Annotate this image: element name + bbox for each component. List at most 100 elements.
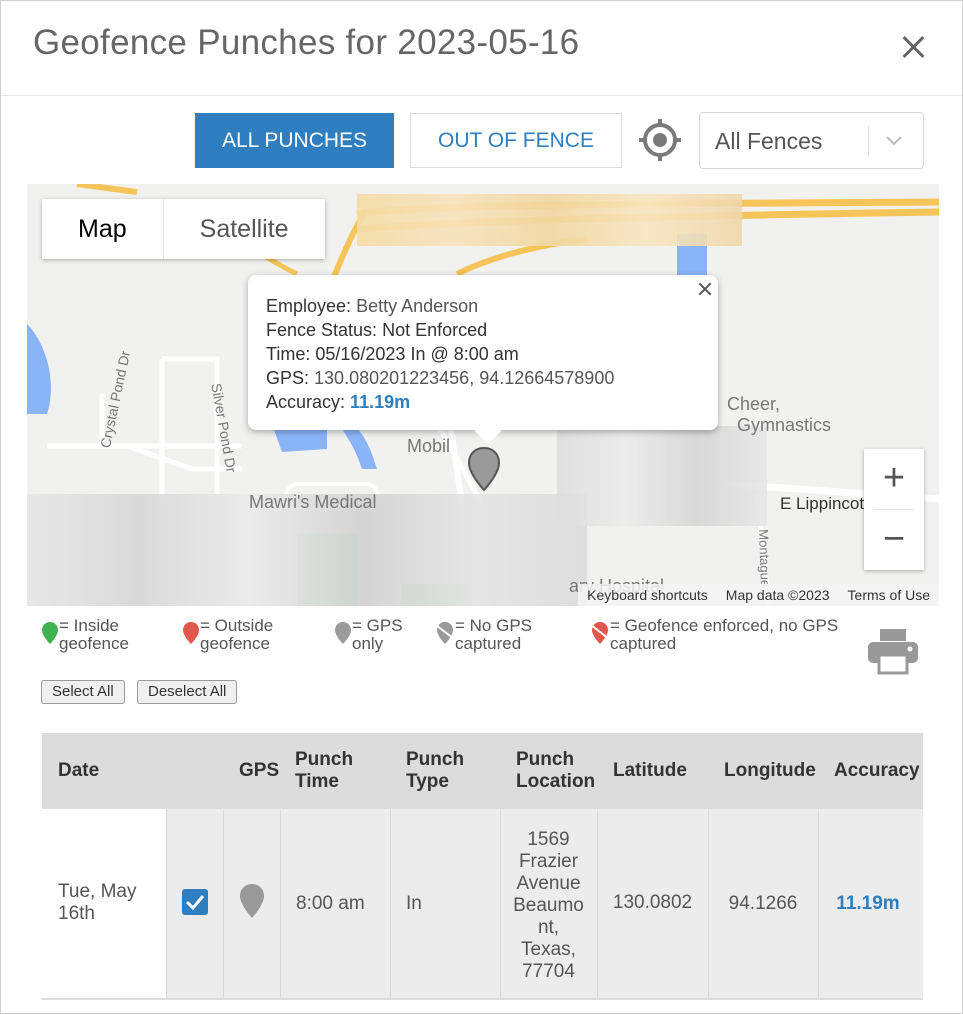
cell-gps xyxy=(223,809,281,998)
info-status-key: Fence Status: xyxy=(266,320,378,340)
print-icon[interactable] xyxy=(867,627,919,675)
legend-inside-line1: = Inside xyxy=(59,616,120,635)
header-punch-location-line1: Punch xyxy=(516,749,575,770)
legend-enforced: = Geofence enforced, no GPS captured xyxy=(590,617,838,653)
cell-punch-type: In xyxy=(390,809,501,998)
header-punch-time[interactable]: Punch Time xyxy=(295,749,353,793)
table-row: Tue, May 16th 8:00 am In 1569 Frazier Av… xyxy=(42,809,923,1000)
map-type-control: Map Satellite xyxy=(42,199,325,259)
info-window-close-icon[interactable] xyxy=(696,280,714,298)
cell-latitude: 130.0802 xyxy=(597,809,709,998)
header-punch-type[interactable]: Punch Type xyxy=(406,749,464,793)
legend-gps-only-line2: only xyxy=(352,634,384,653)
cell-punch-time: 8:00 am xyxy=(280,809,391,998)
map-label-gymnastics: Gymnastics xyxy=(737,415,832,435)
map-footer: Keyboard shortcuts Map data ©2023 Terms … xyxy=(578,584,939,606)
legend-no-gps-line1: = No GPS xyxy=(455,616,533,635)
locate-icon[interactable] xyxy=(638,118,682,162)
terms-of-use-link[interactable]: Terms of Use xyxy=(839,587,939,603)
deselect-all-button[interactable]: Deselect All xyxy=(137,680,238,704)
header-gps[interactable]: GPS xyxy=(239,760,279,782)
info-status-value: Not Enforced xyxy=(382,320,488,340)
map-type-satellite-button[interactable]: Satellite xyxy=(164,199,325,259)
legend-inside: = Inside geofence xyxy=(41,617,129,653)
info-gps-key: GPS: xyxy=(266,368,310,388)
info-status-row: Fence Status: Not Enforced xyxy=(266,320,487,341)
info-window: Employee: Betty Anderson Fence Status: N… xyxy=(248,275,718,444)
fence-select[interactable]: All Fences xyxy=(699,112,924,169)
zoom-in-button[interactable]: + xyxy=(864,449,924,509)
map-label-medical: Mawri's Medical xyxy=(249,492,377,512)
legend-no-gps: = No GPS captured xyxy=(435,617,532,653)
geofence-modal: Geofence Punches for 2023-05-16 ALL PUNC… xyxy=(0,0,963,1014)
pixelated-area-right xyxy=(557,426,767,526)
enforced-no-gps-icon xyxy=(590,622,610,644)
outside-geofence-icon xyxy=(183,622,199,644)
table-header: Date GPS Punch Time Punch Type Punch Locati… xyxy=(42,733,923,809)
map[interactable]: Crystal Pond Dr Silver Pond Dr Mobil Maw… xyxy=(27,184,939,606)
modal-header: Geofence Punches for 2023-05-16 xyxy=(1,1,962,96)
map-label-mobil: Mobil xyxy=(407,436,451,456)
select-all-button[interactable]: Select All xyxy=(41,680,125,704)
info-gps-value: 130.080201223456, 94.12664578900 xyxy=(314,368,615,388)
info-accuracy-value[interactable]: 11.19m xyxy=(350,392,410,412)
punch-type-value: In xyxy=(406,893,422,914)
header-longitude[interactable]: Longitude xyxy=(724,760,816,782)
info-accuracy-key: Accuracy: xyxy=(266,392,346,412)
header-punch-time-line2: Time xyxy=(295,771,340,792)
info-time-key: Time: xyxy=(266,344,311,364)
legend-enforced-line2: captured xyxy=(610,634,677,653)
cell-accuracy: 11.19m xyxy=(818,809,923,998)
keyboard-shortcuts-link[interactable]: Keyboard shortcuts xyxy=(578,587,717,603)
location-line1: 1569 xyxy=(527,829,570,850)
legend-gps-only: = GPS only xyxy=(334,617,403,653)
legend-outside-line2: geofence xyxy=(200,634,270,653)
all-punches-button[interactable]: ALL PUNCHES xyxy=(195,113,394,168)
info-employee-value: Betty Anderson xyxy=(356,296,479,316)
map-label-cheer: Cheer, xyxy=(727,394,781,414)
punch-time-value: 8:00 am xyxy=(296,893,365,914)
info-employee-key: Employee: xyxy=(266,296,352,316)
cell-longitude: 94.1266 xyxy=(708,809,819,998)
zoom-control: + − xyxy=(864,449,924,570)
date-text: Tue, May 16th xyxy=(58,881,137,925)
legend-enforced-line1: = Geofence enforced, no GPS xyxy=(610,616,839,635)
header-punch-type-line2: Type xyxy=(406,771,449,792)
header-punch-location[interactable]: Punch Location xyxy=(516,749,595,793)
legend-no-gps-line2: captured xyxy=(455,634,522,653)
info-time-row: Time: 05/16/2023 In @ 8:00 am xyxy=(266,344,519,365)
header-latitude[interactable]: Latitude xyxy=(613,760,687,782)
legend-outside: = Outside geofence xyxy=(182,617,273,653)
out-of-fence-button[interactable]: OUT OF FENCE xyxy=(410,113,622,168)
gps-marker-icon[interactable] xyxy=(467,446,501,492)
row-checkbox[interactable] xyxy=(182,889,208,915)
location-line7: 77704 xyxy=(522,961,575,982)
info-time-value: 05/16/2023 In @ 8:00 am xyxy=(315,344,519,364)
gps-only-icon xyxy=(335,622,351,644)
map-type-map-button[interactable]: Map xyxy=(42,199,164,259)
date-line1: Tue, May xyxy=(58,881,137,902)
select-divider xyxy=(868,126,869,155)
header-punch-time-line1: Punch xyxy=(295,749,354,770)
legend-outside-line1: = Outside xyxy=(200,616,274,635)
modal-title: Geofence Punches for 2023-05-16 xyxy=(33,23,580,62)
location-line2: Frazier xyxy=(518,851,579,872)
check-icon xyxy=(185,895,205,911)
close-icon[interactable] xyxy=(897,31,931,65)
zoom-out-button[interactable]: − xyxy=(864,510,924,570)
map-label-montague: Montague xyxy=(756,529,774,588)
legend-gps-only-line1: = GPS xyxy=(352,616,403,635)
accuracy-value[interactable]: 11.19m xyxy=(818,893,918,915)
info-gps-row: GPS: 130.080201223456, 94.12664578900 xyxy=(266,368,614,389)
map-label-lippincott: E Lippincott xyxy=(780,494,869,513)
header-accuracy[interactable]: Accuracy xyxy=(834,760,920,782)
cell-date: Tue, May 16th xyxy=(42,809,167,998)
header-date[interactable]: Date xyxy=(58,760,99,782)
inside-geofence-icon xyxy=(42,622,58,644)
header-punch-location-line2: Location xyxy=(516,771,596,792)
location-line5: nt, xyxy=(537,917,560,938)
chevron-down-icon xyxy=(886,136,902,146)
info-accuracy-row: Accuracy: 11.19m xyxy=(266,392,410,413)
map-data-text: Map data ©2023 xyxy=(725,587,830,603)
header-punch-type-line1: Punch xyxy=(406,749,465,770)
